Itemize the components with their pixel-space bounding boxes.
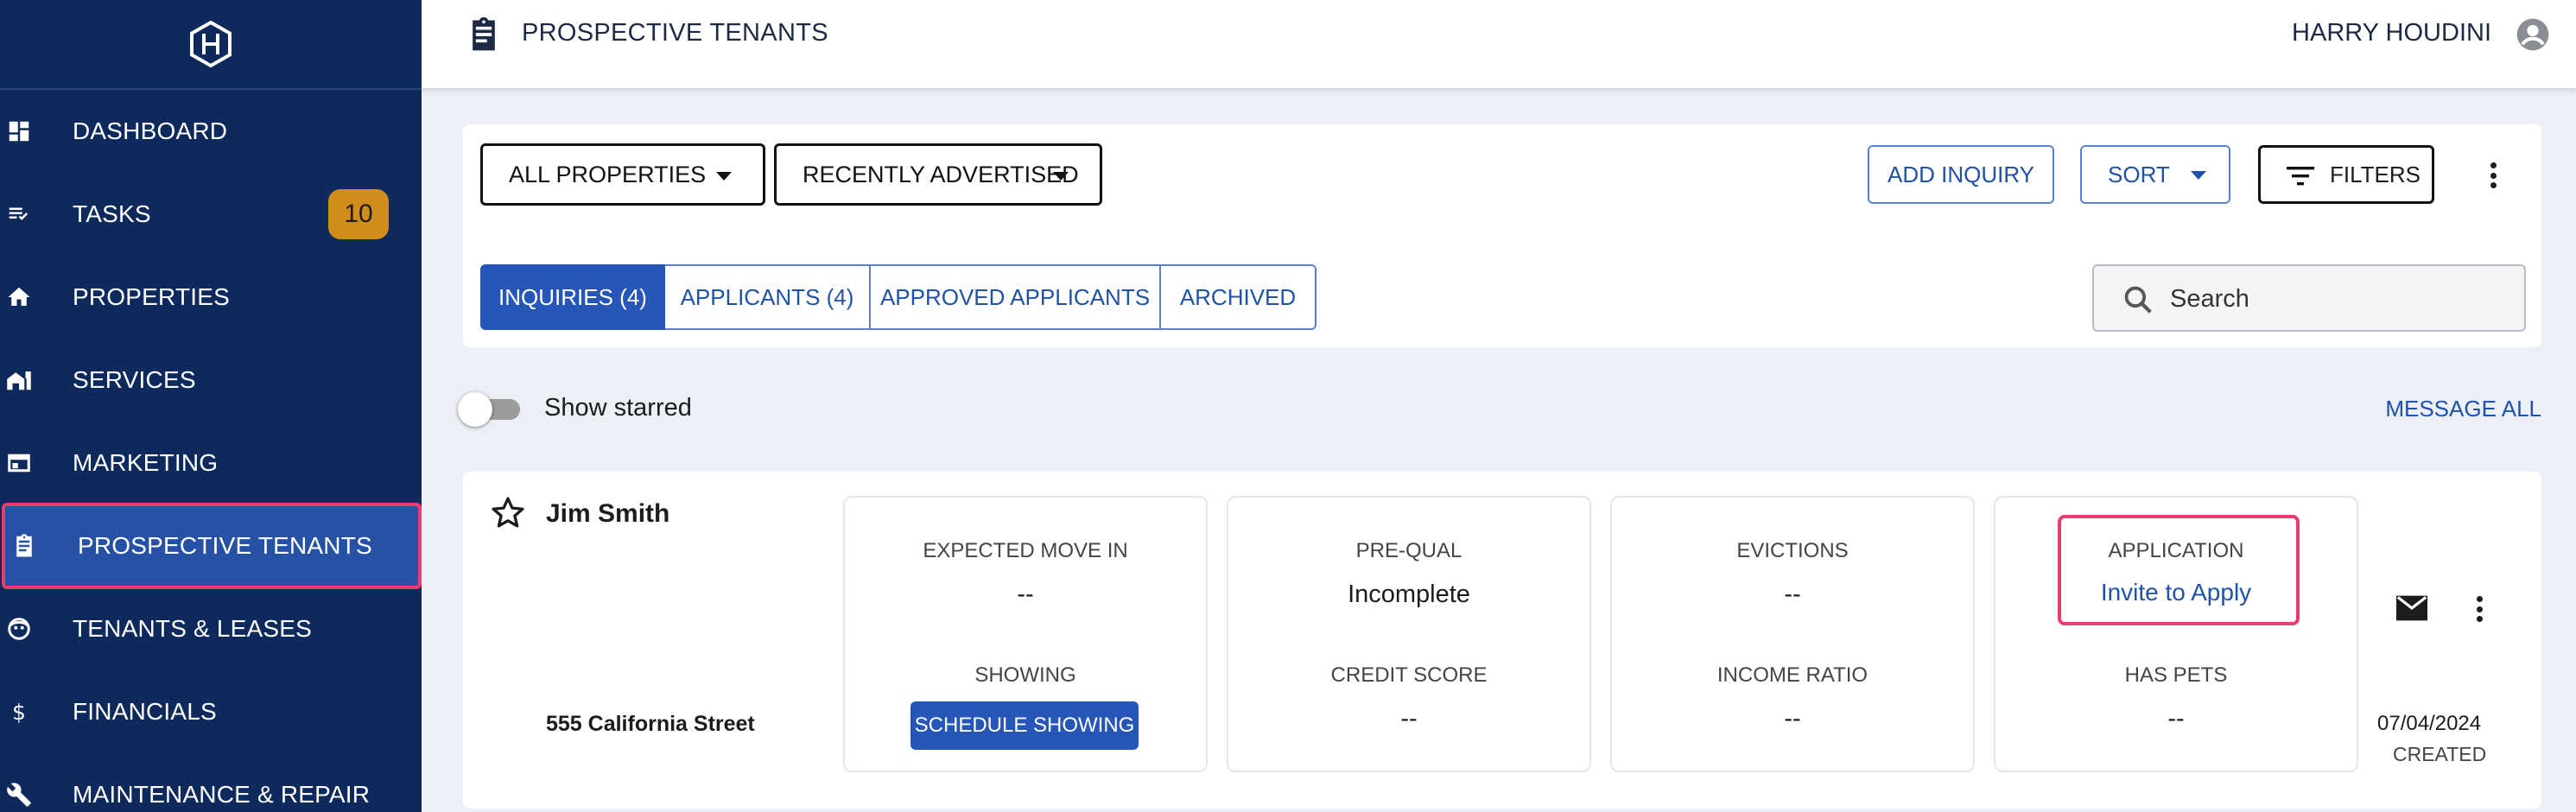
sidebar-item-label: TASKS [73, 200, 151, 227]
dashboard-icon [3, 116, 35, 147]
home-icon [3, 282, 35, 313]
tenant-name[interactable]: Jim Smith [546, 499, 669, 529]
filter-icon [2287, 165, 2314, 193]
sidebar-item-label: PROSPECTIVE TENANTS [78, 532, 372, 559]
logo-icon [190, 20, 232, 68]
property-filter-dropdown[interactable]: ALL PROPERTIES [480, 143, 765, 206]
search-box[interactable] [2092, 264, 2526, 332]
sidebar-item-tasks[interactable]: TASKS 10 [0, 173, 422, 256]
sidebar-item-properties[interactable]: PROPERTIES [0, 256, 422, 339]
sidebar-item-marketing[interactable]: MARKETING [0, 422, 422, 504]
sort-filter-value: RECENTLY ADVERTISED [803, 161, 1079, 187]
filters-label: FILTERS [2330, 161, 2421, 187]
sidebar-item-label: MARKETING [73, 449, 219, 476]
evictions-panel: EVICTIONS -- INCOME RATIO -- [1610, 496, 1975, 772]
clipboard-icon [9, 530, 40, 561]
show-starred-toggle[interactable] [458, 390, 527, 427]
tab-inquiries[interactable]: INQUIRIES (4) [480, 264, 665, 330]
user-name[interactable]: HARRY HOUDINI [2292, 19, 2491, 48]
sort-label: SORT [2108, 161, 2170, 187]
sidebar-item-financials[interactable]: $ FINANCIALS [0, 670, 422, 753]
page-title: PROSPECTIVE TENANTS [522, 19, 828, 47]
evictions-label: EVICTIONS [1736, 539, 1849, 562]
marketing-icon [3, 447, 35, 479]
caret-down-icon [2191, 171, 2206, 180]
has-pets-label: HAS PETS [2124, 663, 2228, 687]
svg-text:$: $ [12, 700, 26, 725]
sidebar-item-prospective-tenants[interactable]: PROSPECTIVE TENANTS [2, 503, 422, 589]
sidebar-item-tenants-leases[interactable]: TENANTS & LEASES [0, 587, 422, 670]
credit-score-value: -- [1400, 705, 1418, 733]
tenants-icon [3, 613, 35, 644]
prequal-value: Incomplete [1348, 580, 1470, 608]
sort-filter-dropdown[interactable]: RECENTLY ADVERTISED [774, 143, 1102, 206]
property-filter-value: ALL PROPERTIES [509, 161, 707, 187]
search-icon [2122, 283, 2154, 320]
created-label: CREATED [2393, 743, 2487, 765]
toggle-thumb [458, 392, 492, 427]
application-panel: APPLICATION Invite to Apply HAS PETS -- [1994, 496, 2358, 772]
application-label: APPLICATION [2108, 539, 2244, 562]
sidebar-item-label: MAINTENANCE & REPAIR [73, 781, 371, 808]
tasks-icon [3, 199, 35, 230]
sidebar-item-label: SERVICES [73, 366, 196, 393]
sidebar-item-label: DASHBOARD [73, 117, 228, 144]
toolbar-card: ALL PROPERTIES RECENTLY ADVERTISED ADD I… [463, 124, 2541, 347]
tenant-address: 555 California Street [546, 712, 755, 736]
invite-to-apply-link[interactable]: Invite to Apply [1995, 579, 2357, 606]
caret-down-icon [716, 172, 732, 181]
income-ratio-label: INCOME RATIO [1716, 663, 1869, 687]
sidebar: DASHBOARD TASKS 10 PROPERTIES SERVICES M… [0, 0, 422, 812]
more-options-icon[interactable] [2484, 162, 2502, 188]
evictions-value: -- [1784, 580, 1801, 608]
avatar-icon[interactable] [2514, 16, 2552, 58]
tab-applicants[interactable]: APPLICANTS (4) [665, 264, 871, 330]
prequal-label: PRE-QUAL [1355, 539, 1462, 562]
clipboard-icon [465, 16, 503, 58]
search-input[interactable] [2170, 282, 2498, 316]
showing-label: SHOWING [974, 663, 1076, 687]
add-inquiry-button[interactable]: ADD INQUIRY [1868, 145, 2054, 204]
star-icon[interactable] [489, 494, 527, 536]
sidebar-item-services[interactable]: SERVICES [0, 339, 422, 422]
move-in-panel: EXPECTED MOVE IN -- SHOWING SCHEDULE SHO… [843, 496, 1208, 772]
created-date: 07/04/2024 [2377, 712, 2482, 735]
income-ratio-value: -- [1784, 705, 1801, 733]
app-logo[interactable] [0, 0, 422, 90]
dollar-icon: $ [3, 696, 35, 727]
tab-approved-applicants[interactable]: APPROVED APPLICANTS [871, 264, 1161, 330]
add-inquiry-label: ADD INQUIRY [1888, 161, 2034, 187]
sidebar-item-dashboard[interactable]: DASHBOARD [0, 90, 422, 173]
show-starred-label: Show starred [544, 394, 692, 422]
row-more-options-icon[interactable] [2471, 596, 2488, 622]
top-bar: PROSPECTIVE TENANTS HARRY HOUDINI [422, 0, 2576, 90]
tab-archived[interactable]: ARCHIVED [1161, 264, 1317, 330]
sidebar-item-label: PROPERTIES [73, 283, 230, 310]
caret-down-icon [1053, 172, 1069, 181]
sidebar-item-maintenance[interactable]: MAINTENANCE & REPAIR [0, 753, 422, 812]
filters-button[interactable]: FILTERS [2258, 145, 2434, 204]
expected-move-in-value: -- [1017, 580, 1034, 608]
mail-icon[interactable] [2393, 593, 2431, 628]
sidebar-item-label: FINANCIALS [73, 698, 217, 725]
application-highlight [2058, 515, 2300, 625]
credit-score-label: CREDIT SCORE [1330, 663, 1488, 687]
tab-bar: INQUIRIES (4) APPLICANTS (4) APPROVED AP… [480, 264, 1317, 330]
prequal-panel: PRE-QUAL Incomplete CREDIT SCORE -- [1227, 496, 1591, 772]
tasks-count-badge: 10 [328, 189, 389, 239]
sidebar-item-label: TENANTS & LEASES [73, 615, 313, 642]
wrench-icon [3, 779, 35, 810]
expected-move-in-label: EXPECTED MOVE IN [923, 539, 1128, 562]
message-all-button[interactable]: MESSAGE ALL [2385, 396, 2541, 422]
has-pets-value: -- [2167, 705, 2185, 733]
tenant-card: Jim Smith 555 California Street EXPECTED… [463, 472, 2541, 809]
schedule-showing-button[interactable]: SCHEDULE SHOWING [910, 701, 1139, 750]
services-icon [3, 365, 35, 396]
sort-button[interactable]: SORT [2080, 145, 2230, 204]
